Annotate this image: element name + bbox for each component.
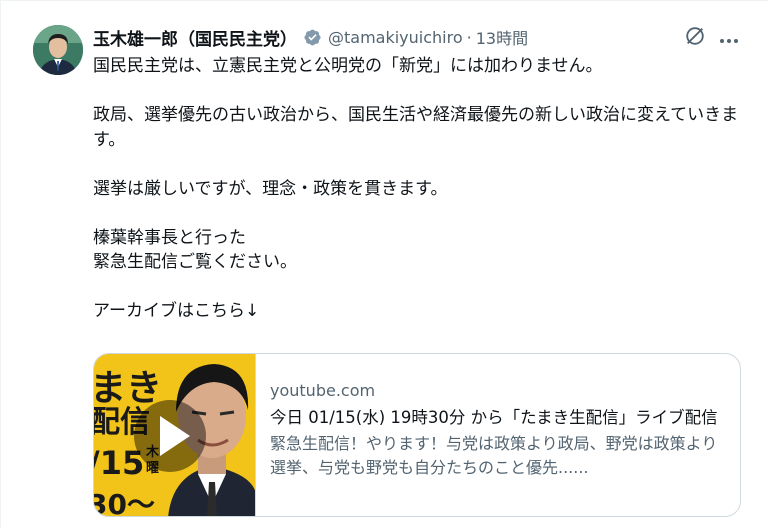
author-handle[interactable]: @tamakiyuichiro	[328, 28, 463, 47]
link-thumbnail[interactable]: まき 配信 /15 木 曜 30〜	[94, 354, 256, 517]
tweet-line: 選挙は厳しいですが、理念・政策を貫きます。	[93, 178, 448, 199]
tweet-text: 国民民主党は、立憲民主党と公明党の「新党」には加わりません。 政局、選挙優先の古…	[93, 54, 743, 324]
card-title: 今日 01/15(水) 19時30分 から「たまき生配信」ライブ配信	[270, 408, 718, 427]
thumbnail-text: /15	[94, 444, 144, 482]
more-dots-icon	[719, 29, 739, 48]
link-card-body[interactable]: youtube.com 今日 01/15(水) 19時30分 から「たまき生配信…	[270, 380, 730, 480]
thumbnail-text: まき	[94, 368, 162, 409]
tweet-line: 政局、選挙優先の古い政治から、国民生活や経済最優先の新しい政治に変えていきます。	[93, 105, 739, 150]
avatar[interactable]	[33, 25, 83, 75]
card-domain: youtube.com	[270, 381, 376, 400]
tweet[interactable]: 玉木雄一郎（国民民主党） @tamakiyuichiro · 13時間 国民民主…	[0, 0, 768, 528]
verified-badge-icon	[303, 28, 322, 47]
tweet-line: 緊急生配信ご覧ください。	[93, 252, 297, 272]
card-description: 緊急生配信！やります！与党は政策より政局、野党は政策より選挙、与党も野党も自分た…	[270, 434, 718, 477]
timestamp[interactable]: 13時間	[476, 25, 528, 49]
tweet-line: アーカイブはこちら↓	[93, 301, 260, 321]
tweet-line: 国民民主党は、立憲民主党と公明党の「新党」には加わりません。	[93, 56, 603, 76]
link-card[interactable]: まき 配信 /15 木 曜 30〜 yo	[93, 353, 741, 517]
separator-dot: ·	[466, 27, 472, 47]
grok-icon	[684, 25, 706, 51]
author-name[interactable]: 玉木雄一郎（国民民主党）	[93, 25, 297, 50]
more-button[interactable]	[715, 25, 743, 51]
thumbnail-text: 30〜	[94, 488, 155, 517]
grok-button[interactable]	[682, 25, 708, 51]
tweet-header: 玉木雄一郎（国民民主党） @tamakiyuichiro · 13時間	[93, 23, 528, 51]
tweet-line: 榛葉幹事長と行った	[93, 227, 246, 248]
